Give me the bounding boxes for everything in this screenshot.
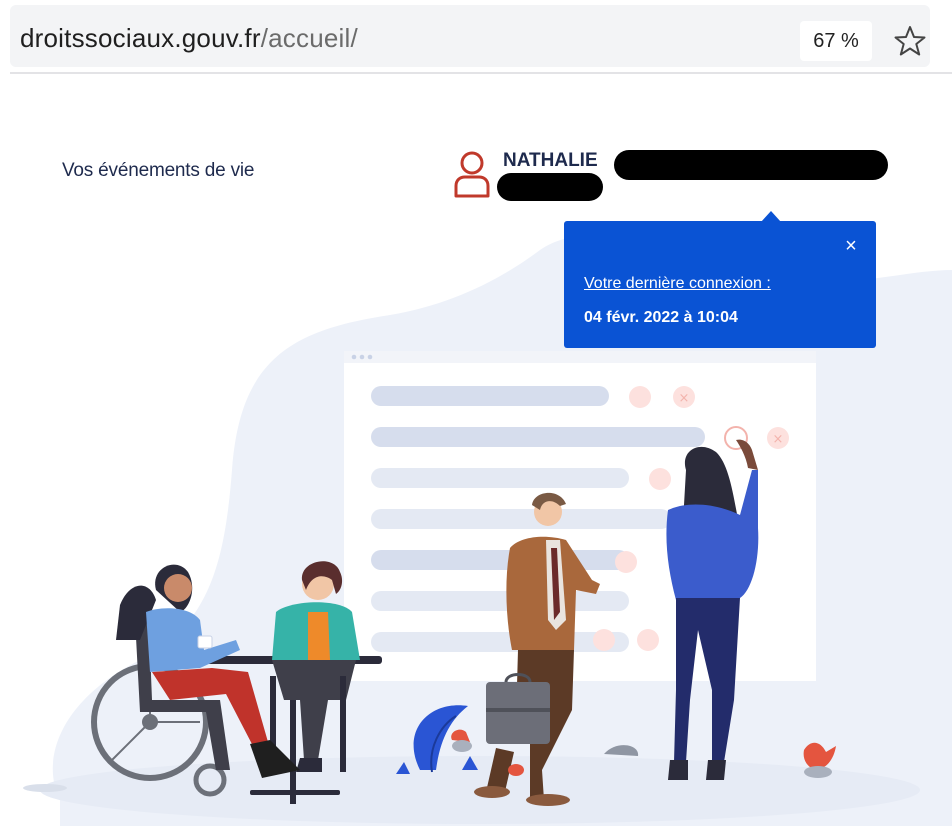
last-connection-popover: × Votre dernière connexion : 04 févr. 20… (564, 221, 876, 348)
last-connection-date: 04 févr. 2022 à 10:04 (584, 309, 738, 326)
redacted-lastname-bar-2 (497, 173, 603, 201)
svg-text:×: × (773, 432, 784, 447)
close-icon[interactable]: × (840, 235, 862, 257)
nav-link-evenements-de-vie[interactable]: Vos événements de vie (62, 160, 254, 182)
last-connection-label[interactable]: Votre dernière connexion : (584, 275, 771, 293)
redacted-lastname-bar (614, 150, 888, 180)
user-firstname[interactable]: NATHALIE (503, 150, 598, 172)
hero-illustration: × × (23, 235, 952, 826)
svg-text:×: × (679, 391, 690, 406)
user-icon[interactable] (452, 150, 492, 198)
